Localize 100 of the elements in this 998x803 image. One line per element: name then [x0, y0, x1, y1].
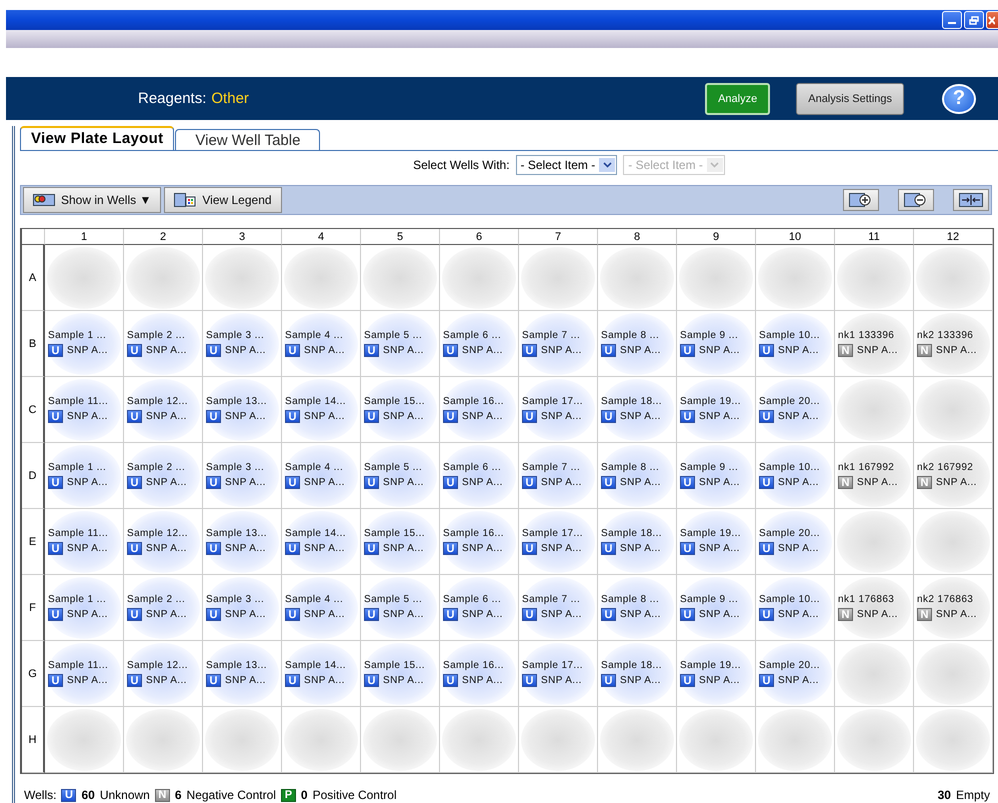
- plate-well[interactable]: Sample 17... U SNP A...: [521, 642, 595, 704]
- legend-button[interactable]: View Legend: [164, 187, 282, 213]
- plate-well[interactable]: Sample 1 ... U SNP A...: [47, 444, 121, 506]
- plate-well[interactable]: Sample 4 ... U SNP A...: [284, 576, 358, 638]
- plate-well[interactable]: Sample 16... U SNP A...: [442, 510, 516, 572]
- plate-well[interactable]: [679, 708, 753, 770]
- plate-well[interactable]: Sample 9 ... U SNP A...: [679, 576, 753, 638]
- plate-well[interactable]: [205, 708, 279, 770]
- select-dropdown[interactable]: - Select Item -: [516, 155, 618, 175]
- plate-well[interactable]: Sample 18... U SNP A...: [600, 378, 674, 440]
- plate-well[interactable]: [126, 708, 200, 770]
- plate-well[interactable]: [916, 246, 990, 308]
- plate-well[interactable]: Sample 12... U SNP A...: [126, 510, 200, 572]
- plate-well[interactable]: Sample 18... U SNP A...: [600, 642, 674, 704]
- plate-well[interactable]: Sample 13... U SNP A...: [205, 378, 279, 440]
- plate-well[interactable]: [600, 246, 674, 308]
- plate-well[interactable]: Sample 11... U SNP A...: [47, 378, 121, 440]
- plate-well[interactable]: Sample 18... U SNP A...: [600, 510, 674, 572]
- plate-well[interactable]: Sample 19... U SNP A...: [679, 510, 753, 572]
- plate-well[interactable]: Sample 19... U SNP A...: [679, 642, 753, 704]
- plate-well[interactable]: [205, 246, 279, 308]
- plate-well[interactable]: Sample 3 ... U SNP A...: [205, 312, 279, 374]
- plate-well[interactable]: [679, 246, 753, 308]
- plate-well[interactable]: [521, 708, 595, 770]
- plate-well[interactable]: Sample 8 ... U SNP A...: [600, 312, 674, 374]
- plate-well[interactable]: nk2 176863 N SNP A...: [916, 576, 990, 638]
- plate-well[interactable]: Sample 2 ... U SNP A...: [126, 312, 200, 374]
- tab[interactable]: View Well Table: [175, 129, 320, 150]
- plate-well[interactable]: Sample 1 ... U SNP A...: [47, 576, 121, 638]
- plate-well[interactable]: Sample 15... U SNP A...: [363, 378, 437, 440]
- plate-well[interactable]: Sample 10... U SNP A...: [758, 576, 832, 638]
- plate-well[interactable]: Sample 11... U SNP A...: [47, 642, 121, 704]
- plate-well[interactable]: [837, 510, 911, 572]
- plate-well[interactable]: Sample 13... U SNP A...: [205, 510, 279, 572]
- plate-well[interactable]: Sample 4 ... U SNP A...: [284, 444, 358, 506]
- plate-well[interactable]: nk2 167992 N SNP A...: [916, 444, 990, 506]
- plate-well[interactable]: [47, 708, 121, 770]
- minimize-button[interactable]: [942, 11, 962, 29]
- plate-well[interactable]: Sample 15... U SNP A...: [363, 510, 437, 572]
- plate-well[interactable]: [284, 246, 358, 308]
- plate-well[interactable]: Sample 11... U SNP A...: [47, 510, 121, 572]
- plate-well[interactable]: Sample 2 ... U SNP A...: [126, 576, 200, 638]
- plate-well[interactable]: [837, 708, 911, 770]
- plate-well[interactable]: [916, 510, 990, 572]
- plate-well[interactable]: Sample 1 ... U SNP A...: [47, 312, 121, 374]
- plate-well[interactable]: [363, 246, 437, 308]
- plate-well[interactable]: Sample 2 ... U SNP A...: [126, 444, 200, 506]
- plate-well[interactable]: Sample 3 ... U SNP A...: [205, 576, 279, 638]
- plate-well[interactable]: Sample 14... U SNP A...: [284, 378, 358, 440]
- plate-well[interactable]: Sample 9 ... U SNP A...: [679, 444, 753, 506]
- plate-well[interactable]: [837, 642, 911, 704]
- plate-well[interactable]: [442, 246, 516, 308]
- plate-well[interactable]: Sample 6 ... U SNP A...: [442, 576, 516, 638]
- plate-well[interactable]: Sample 20... U SNP A...: [758, 642, 832, 704]
- plate-well[interactable]: Sample 12... U SNP A...: [126, 642, 200, 704]
- zoom-out-button[interactable]: [898, 189, 934, 211]
- plate-well[interactable]: [837, 246, 911, 308]
- plate-well[interactable]: [600, 708, 674, 770]
- plate-well[interactable]: Sample 13... U SNP A...: [205, 642, 279, 704]
- plate-well[interactable]: Sample 7 ... U SNP A...: [521, 312, 595, 374]
- plate-well[interactable]: [758, 708, 832, 770]
- plate-well[interactable]: Sample 6 ... U SNP A...: [442, 312, 516, 374]
- analysis-settings-button[interactable]: Analysis Settings: [796, 82, 904, 114]
- plate-well[interactable]: Sample 8 ... U SNP A...: [600, 444, 674, 506]
- plate-well[interactable]: Sample 17... U SNP A...: [521, 510, 595, 572]
- plate-well[interactable]: Sample 12... U SNP A...: [126, 378, 200, 440]
- plate-well[interactable]: nk1 167992 N SNP A...: [837, 444, 911, 506]
- plate-well[interactable]: Sample 6 ... U SNP A...: [442, 444, 516, 506]
- plate-well[interactable]: [916, 642, 990, 704]
- plate-well[interactable]: Sample 20... U SNP A...: [758, 510, 832, 572]
- plate-well[interactable]: [284, 708, 358, 770]
- plate-well[interactable]: nk1 133396 N SNP A...: [837, 312, 911, 374]
- plate-well[interactable]: Sample 19... U SNP A...: [679, 378, 753, 440]
- plate-well[interactable]: Sample 16... U SNP A...: [442, 642, 516, 704]
- plate-well[interactable]: Sample 10... U SNP A...: [758, 312, 832, 374]
- plate-well[interactable]: Sample 17... U SNP A...: [521, 378, 595, 440]
- plate-well[interactable]: Sample 7 ... U SNP A...: [521, 444, 595, 506]
- plate-well[interactable]: [521, 246, 595, 308]
- plate-well[interactable]: Sample 4 ... U SNP A...: [284, 312, 358, 374]
- plate-well[interactable]: Sample 5 ... U SNP A...: [363, 444, 437, 506]
- plate-well[interactable]: [442, 708, 516, 770]
- plate-well[interactable]: [47, 246, 121, 308]
- plate-well[interactable]: Sample 5 ... U SNP A...: [363, 312, 437, 374]
- plate-well[interactable]: Sample 20... U SNP A...: [758, 378, 832, 440]
- plate-well[interactable]: [758, 246, 832, 308]
- fit-button[interactable]: [953, 189, 989, 211]
- plate-well[interactable]: [837, 378, 911, 440]
- plate-well[interactable]: Sample 15... U SNP A...: [363, 642, 437, 704]
- plate-well[interactable]: [916, 708, 990, 770]
- plate-well[interactable]: nk2 133396 N SNP A...: [916, 312, 990, 374]
- restore-button[interactable]: [964, 11, 984, 29]
- plate-well[interactable]: Sample 9 ... U SNP A...: [679, 312, 753, 374]
- plate-well[interactable]: Sample 8 ... U SNP A...: [600, 576, 674, 638]
- plate-well[interactable]: [126, 246, 200, 308]
- analyze-button[interactable]: Analyze: [705, 82, 770, 114]
- plate-well[interactable]: nk1 176863 N SNP A...: [837, 576, 911, 638]
- tab[interactable]: View Plate Layout: [20, 126, 174, 150]
- plate-well[interactable]: [916, 378, 990, 440]
- plate-well[interactable]: Sample 14... U SNP A...: [284, 642, 358, 704]
- plate-well[interactable]: Sample 7 ... U SNP A...: [521, 576, 595, 638]
